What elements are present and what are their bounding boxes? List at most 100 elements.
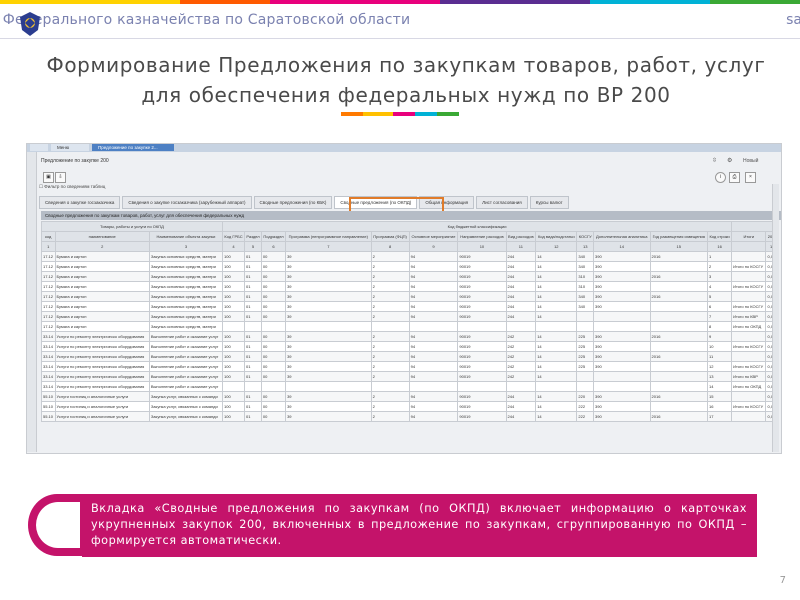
table-cell: 242	[505, 341, 537, 352]
table-row[interactable]: 55.10 Услуги гостиниц и аналогичные услуг…	[41, 401, 779, 412]
table-cell	[731, 351, 767, 362]
table-cell: 39	[285, 291, 372, 302]
table-row[interactable]: 33.14 Услуги по ремонту электрическо обор…	[41, 361, 779, 372]
tab-approval-sheet[interactable]: Лист согласования	[476, 196, 528, 209]
table-row[interactable]: 17.12 Бумага и картон Закупка основных сре…	[41, 251, 779, 262]
column-header[interactable]: Итоги	[731, 231, 767, 242]
table-cell: 00	[260, 411, 287, 422]
table-row[interactable]: 17.12 Бумага и картон Закупка основных сре…	[41, 311, 779, 322]
table-row[interactable]: 55.10 Услуги гостиниц и аналогичные услуг…	[41, 411, 779, 422]
table-cell: 14	[535, 351, 578, 362]
table-cell: 244	[505, 311, 537, 322]
print-icon[interactable]: ⎙	[729, 172, 740, 183]
table-cell: Закупка основных средств, матери	[148, 291, 224, 302]
column-header[interactable]: код	[41, 231, 56, 242]
table-cell: 14	[535, 311, 578, 322]
table-cell: 340	[576, 301, 594, 312]
table-cell: 390	[593, 411, 651, 422]
filter-toggle[interactable]: ☐ Фильтр по сведениям таблиц	[39, 184, 105, 190]
table-cell: 100	[222, 281, 246, 292]
table-cell	[535, 321, 578, 332]
column-header[interactable]: Направление расходов	[457, 231, 507, 242]
column-header[interactable]: Наименование объекта закупки	[148, 231, 224, 242]
table-row[interactable]: 33.14 Услуги по ремонту электрическо обор…	[41, 371, 779, 382]
table-cell: 100	[222, 331, 246, 342]
app-tab-home[interactable]	[30, 144, 48, 151]
table-cell: 242	[505, 361, 537, 372]
table-row[interactable]: 17.12 Бумага и картон Закупка основных сре…	[41, 271, 779, 282]
table-cell	[370, 321, 410, 332]
close-icon[interactable]: ×	[745, 172, 756, 183]
column-header[interactable]: Год размещения извещения	[649, 231, 709, 242]
section-header: Сводные предложения по закупкам товаров,…	[41, 211, 781, 220]
table-cell: 90019	[457, 291, 507, 302]
table-cell: 2	[370, 351, 410, 362]
table-cell: Услуги по ремонту электрическо оборудова…	[54, 351, 150, 362]
table-row[interactable]: 33.14 Услуги по ремонту электрическо обор…	[41, 331, 779, 342]
new-button[interactable]: Новый	[743, 156, 758, 166]
export-icon[interactable]: ⇩	[55, 172, 66, 183]
app-tab-proposal[interactable]: Предложение по закупке 2...	[92, 144, 174, 151]
table-cell: Услуги по ремонту электрическо оборудова…	[54, 361, 150, 372]
app-tab-menu[interactable]: Меню	[51, 144, 89, 151]
table-cell: 6	[707, 301, 733, 312]
table-row[interactable]: 33.14 Услуги по ремонту электрическо обор…	[41, 341, 779, 352]
table-cell: 01	[244, 411, 262, 422]
table-row[interactable]: 17.12 Бумага и картон Закупка основных сре…	[41, 291, 779, 302]
tab-customer-foreign[interactable]: Сведения о закупке госзаказчика (зарубеж…	[122, 196, 252, 209]
table-cell: Итого по ОКПД	[731, 321, 767, 332]
table-row[interactable]: 33.14 Услуги по ремонту электрическо обор…	[41, 351, 779, 362]
table-cell: Закупка основных средств, матери	[148, 321, 224, 332]
table-cell: 39	[285, 301, 372, 312]
column-header[interactable]: наименование	[54, 231, 150, 242]
table-cell: 33.14	[41, 351, 56, 362]
save-icon[interactable]: ▣	[43, 172, 54, 183]
table-cell: Выполнение работ и оказание услуг	[148, 371, 224, 382]
table-cell: Услуги гостиниц и аналогичные услуги	[54, 391, 150, 402]
column-header[interactable]: Программа (ФЦП)	[370, 231, 410, 242]
table-cell	[505, 321, 537, 332]
sort-icon[interactable]: ⇳	[712, 156, 717, 166]
table-cell: 244	[505, 301, 537, 312]
table-cell	[649, 371, 709, 382]
column-header[interactable]: Код ГРБС	[222, 231, 246, 242]
column-header[interactable]: Программа (непрограммное направление)	[285, 231, 372, 242]
page-number: 7	[779, 575, 786, 586]
column-header[interactable]: Дополнительная аналитика	[593, 231, 651, 242]
column-header[interactable]: Раздел	[244, 231, 262, 242]
column-header[interactable]: Код вида/подстатьи	[535, 231, 578, 242]
table-cell: 94	[408, 361, 459, 372]
table-row[interactable]: 17.12 Бумага и картон Закупка основных сре…	[41, 261, 779, 272]
table-cell: 01	[244, 251, 262, 262]
table-row[interactable]: 55.10 Услуги гостиниц и аналогичные услуг…	[41, 391, 779, 402]
column-header[interactable]: Подраздел	[260, 231, 287, 242]
column-header[interactable]: Основное мероприятие	[408, 231, 459, 242]
table-cell: 39	[285, 271, 372, 282]
table-cell: 39	[285, 371, 372, 382]
table-row[interactable]: 17.12 Бумага и картон Закупка основных сре…	[41, 321, 779, 332]
table-group-header-row: Товары, работы и услуги по ОКПД Код бюдж…	[40, 221, 779, 232]
table-cell: 100	[222, 351, 246, 362]
column-header[interactable]: Вид расходов	[505, 231, 537, 242]
table-row[interactable]: 17.12 Бумага и картон Закупка основных сре…	[41, 281, 779, 292]
tab-customer-info[interactable]: Сведения о закупке госзаказчика	[39, 196, 121, 209]
tab-summary-kbk[interactable]: Сводные предложения (по КБК)	[253, 196, 333, 209]
table-cell: Выполнение работ и оказание услуг	[148, 361, 224, 372]
vertical-scrollbar[interactable]	[772, 184, 779, 452]
table-cell	[370, 381, 410, 392]
info-icon[interactable]: i	[715, 172, 726, 183]
table-cell: 94	[408, 301, 459, 312]
table-row[interactable]: 17.12 Бумага и картон Закупка основных сре…	[41, 301, 779, 312]
table-cell: 244	[505, 401, 537, 412]
table-cell: 39	[285, 331, 372, 342]
tab-exchange-rates[interactable]: Курсы валют	[529, 196, 569, 209]
table-cell: 222	[576, 401, 594, 412]
table-row[interactable]: 33.14 Услуги по ремонту электрическо обор…	[41, 381, 779, 392]
column-header[interactable]: КОСГУ	[576, 231, 594, 242]
settings-icon[interactable]: ⚙	[727, 156, 732, 166]
table-cell	[593, 371, 651, 382]
table-cell	[285, 381, 372, 392]
table-cell: Итого по КОСГУ	[731, 261, 767, 272]
table-cell: Закупка основных средств, матери	[148, 301, 224, 312]
column-header[interactable]: Код строки	[707, 231, 733, 242]
